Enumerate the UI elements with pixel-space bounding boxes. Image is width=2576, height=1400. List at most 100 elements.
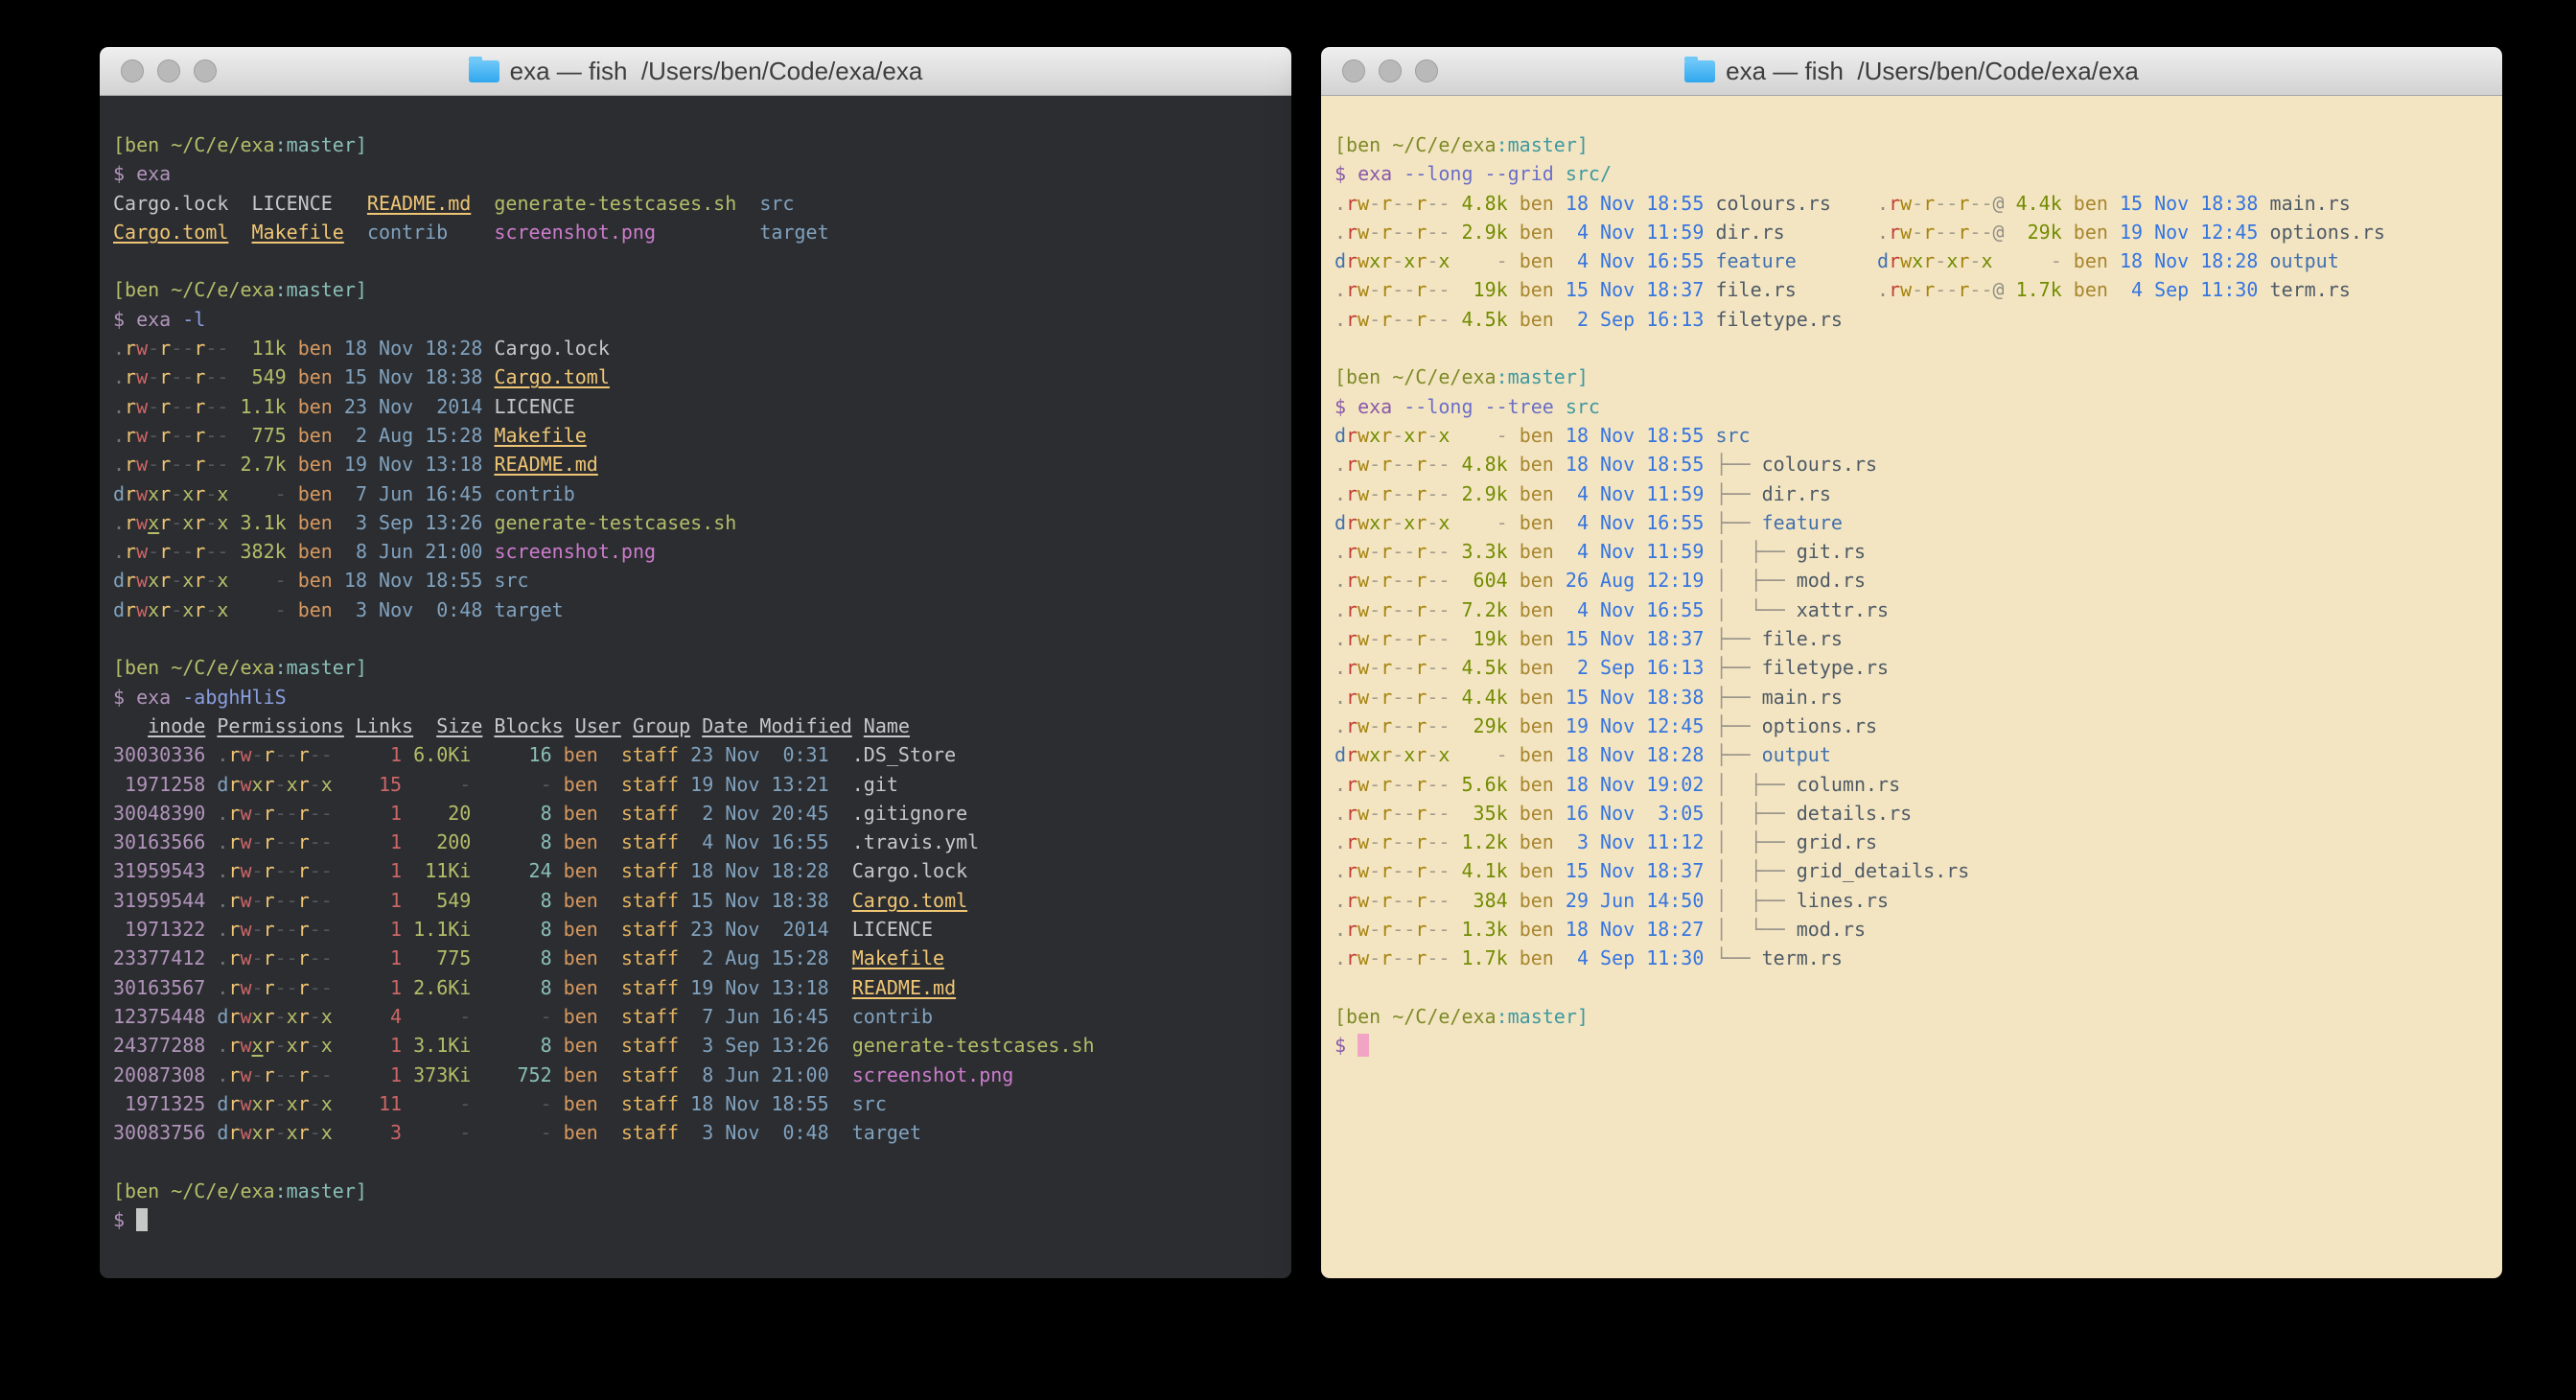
text-segment: contrib <box>829 1005 933 1028</box>
text-segment: r <box>1415 859 1427 882</box>
text-segment: grid_details.rs <box>1797 859 1970 882</box>
text-segment: x <box>1369 249 1381 272</box>
text-segment: 604 <box>1450 569 1507 592</box>
text-segment: - <box>1993 249 2062 272</box>
text-segment: r <box>1346 278 1358 301</box>
text-segment: 200 <box>402 830 471 853</box>
text-segment: 8 <box>471 802 551 825</box>
terminal-line: .rw-r--r-- 384 ben 29 Jun 14:50 │ ├── li… <box>1334 886 2489 915</box>
text-segment: . <box>1334 278 1346 301</box>
text-segment: - <box>402 1121 471 1144</box>
minimize-button[interactable] <box>1379 59 1402 82</box>
text-segment: r <box>228 1092 240 1115</box>
text-segment: -- <box>1427 308 1450 331</box>
text-segment: 4 Nov 11:59 <box>1554 221 1705 244</box>
text-segment: ben <box>2062 221 2108 244</box>
terminal-line: drwxr-xr-x - ben 7 Jun 16:45 contrib <box>113 479 1278 508</box>
text-segment: staff <box>598 946 679 969</box>
terminal-line: 31959543 .rw-r--r-- 1 11Ki 24 ben staff … <box>113 856 1278 885</box>
text-segment: .gitignore <box>829 802 968 825</box>
text-segment: staff <box>598 802 679 825</box>
text-segment: x <box>148 598 159 621</box>
text-segment: r <box>264 976 275 999</box>
text-segment: r <box>1346 627 1358 650</box>
text-segment: Permissions <box>217 714 343 737</box>
terminal-line: .rw-r--r-- 11k ben 18 Nov 18:28 Cargo.lo… <box>113 334 1278 362</box>
text-segment: -- <box>1392 482 1415 505</box>
text-segment: 15 Nov 18:38 <box>1554 686 1705 709</box>
text-segment: - <box>1369 540 1381 563</box>
text-segment: 24377288 <box>113 1034 205 1057</box>
zoom-button[interactable] <box>194 59 217 82</box>
text-segment: -- <box>205 453 228 476</box>
terminal-output-right[interactable]: [ben ~/C/e/exa:master]$ exa --long --gri… <box>1321 96 2502 1278</box>
text-segment: r <box>298 830 310 853</box>
text-segment: . <box>1334 482 1346 505</box>
terminal-line: [ben ~/C/e/exa:master] <box>113 1177 1278 1205</box>
text-segment: -- <box>1935 221 1958 244</box>
text-segment: inode <box>148 714 205 737</box>
text-segment: d <box>1334 743 1346 766</box>
title-bar[interactable]: exa — fish /Users/ben/Code/exa/exa <box>1321 47 2502 96</box>
text-segment: 1 <box>333 918 402 941</box>
text-segment: Date Modified <box>702 714 852 737</box>
text-segment: Makefile <box>494 424 586 447</box>
text-segment: 29k <box>2005 221 2062 244</box>
text-segment: r <box>1381 192 1392 215</box>
terminal-line: .rw-r--r-- 19k ben 15 Nov 18:37 file.rs … <box>1334 275 2489 304</box>
text-segment: -- <box>1392 540 1415 563</box>
minimize-button[interactable] <box>157 59 180 82</box>
text-segment: ben <box>1508 192 1554 215</box>
text-segment: 11 <box>333 1092 402 1115</box>
text-segment: x <box>217 482 228 505</box>
text-segment: w <box>1358 453 1369 476</box>
text-segment: [ben ~/C/e/exa <box>1334 365 1497 388</box>
text-segment: x <box>182 482 194 505</box>
text-segment <box>228 221 251 244</box>
text-segment: feature <box>1704 249 1796 272</box>
text-segment: r <box>194 453 205 476</box>
terminal-line: .rw-r--r-- 1.2k ben 3 Nov 11:12 │ ├── gr… <box>1334 828 2489 856</box>
close-button[interactable] <box>121 59 144 82</box>
text-segment: ben <box>287 598 333 621</box>
text-segment: . <box>1334 946 1346 969</box>
text-segment: LICENCE <box>482 395 574 418</box>
text-segment: │ ├── <box>1704 802 1796 825</box>
text-segment: ben <box>1508 221 1554 244</box>
text-segment: - <box>310 1092 321 1115</box>
text-segment: -- <box>1935 278 1958 301</box>
text-segment: r <box>228 743 240 766</box>
text-segment: 1 <box>333 802 402 825</box>
terminal-line: .rw-r--r-- 7.2k ben 4 Nov 16:55 │ └── xa… <box>1334 595 2489 624</box>
close-button[interactable] <box>1342 59 1365 82</box>
text-segment: 19k <box>1450 278 1507 301</box>
terminal-output-left[interactable]: [ben ~/C/e/exa:master]$ exaCargo.lock LI… <box>100 96 1291 1278</box>
text-segment: r <box>1415 308 1427 331</box>
text-segment: r <box>1381 453 1392 476</box>
text-segment: -- <box>1427 859 1450 882</box>
text-cursor <box>1358 1034 1369 1057</box>
text-segment: │ └── <box>1704 918 1796 941</box>
text-segment: -- <box>275 976 298 999</box>
text-segment: w <box>1358 918 1369 941</box>
zoom-button[interactable] <box>1415 59 1438 82</box>
text-segment: -- <box>1427 686 1450 709</box>
terminal-line: .rw-r--r-- 549 ben 15 Nov 18:38 Cargo.to… <box>113 362 1278 391</box>
text-segment: . <box>217 946 228 969</box>
text-segment: r <box>264 802 275 825</box>
text-segment: ben <box>287 569 333 592</box>
text-segment: 7 Jun 16:45 <box>333 482 483 505</box>
text-segment: . <box>1334 453 1346 476</box>
title-bar[interactable]: exa — fish /Users/ben/Code/exa/exa <box>100 47 1291 96</box>
text-segment: -- <box>310 918 333 941</box>
text-segment: . <box>1334 221 1346 244</box>
terminal-window-right: exa — fish /Users/ben/Code/exa/exa [ben … <box>1321 47 2502 1278</box>
text-segment: 30163567 <box>113 976 205 999</box>
text-segment: - <box>1369 686 1381 709</box>
text-segment: 29k <box>1450 714 1507 737</box>
text-segment: staff <box>598 976 679 999</box>
text-segment: r <box>264 1034 275 1057</box>
text-segment: . <box>1334 308 1346 331</box>
text-segment: -- <box>1392 598 1415 621</box>
text-segment: -- <box>275 889 298 912</box>
